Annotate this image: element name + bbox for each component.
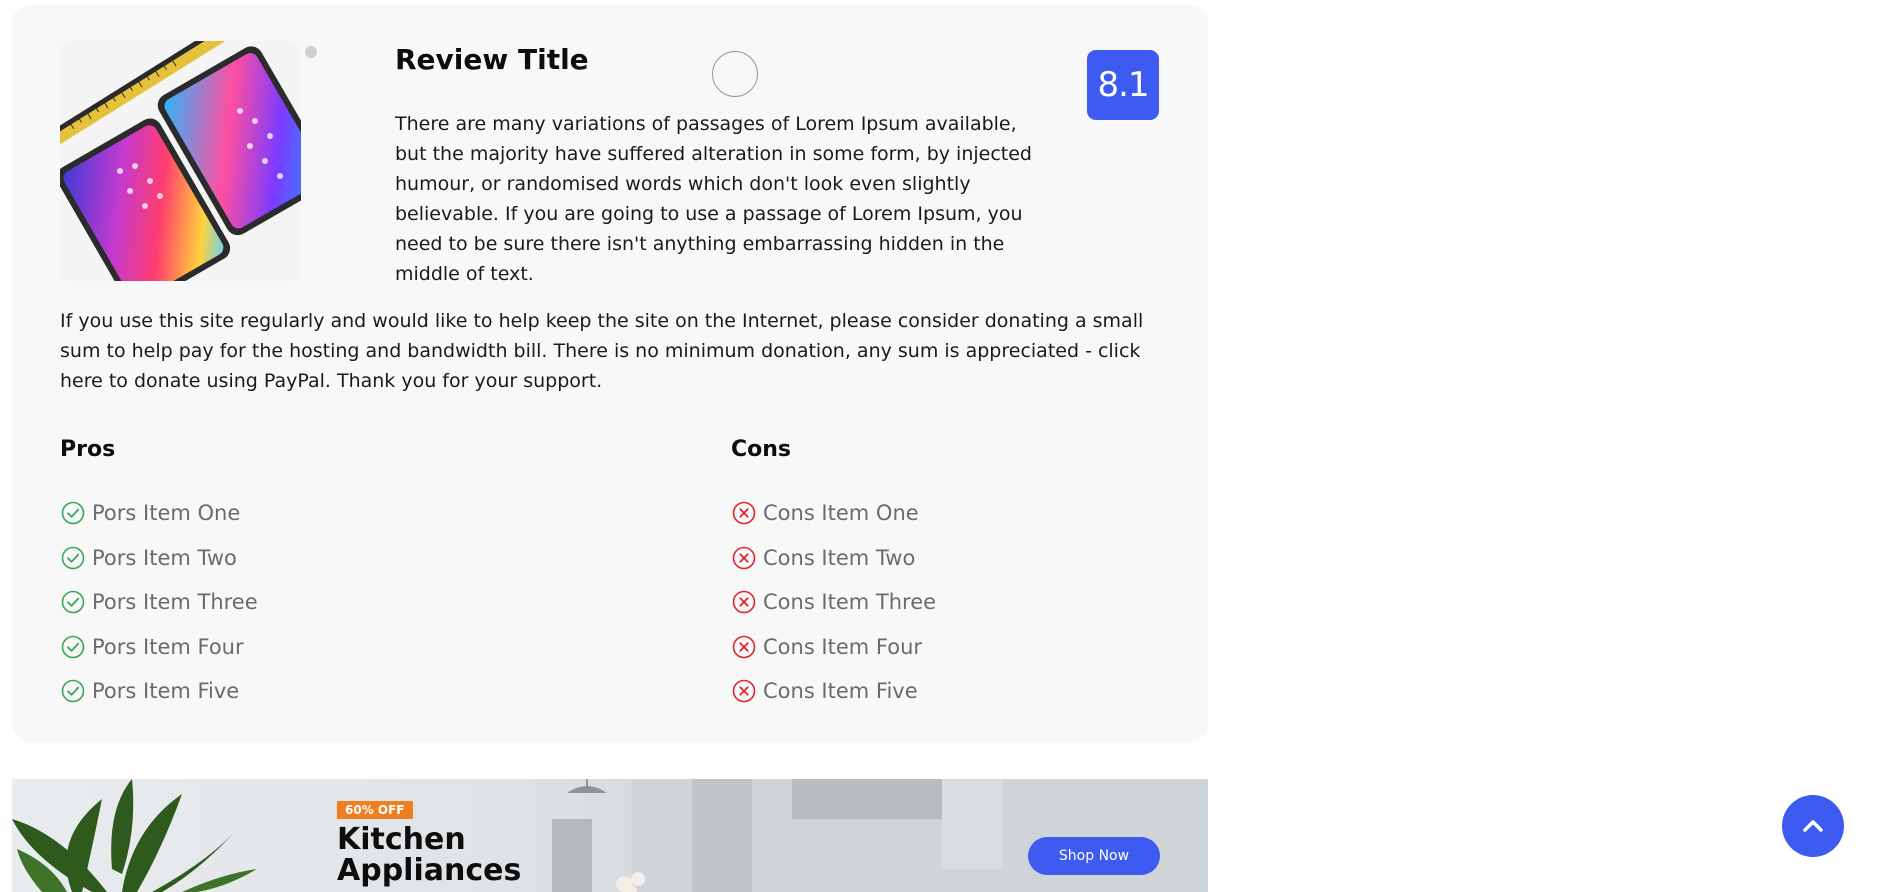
page: Review Title 8.1 There are many variatio…: [0, 0, 1878, 892]
cons-list-item: Cons Item Three: [731, 580, 936, 625]
pros-list-item: Pors Item Five: [60, 669, 258, 714]
cons-item-label: Cons Item Four: [763, 634, 923, 659]
review-title: Review Title: [395, 43, 589, 76]
pros-list-item: Pors Item Four: [60, 625, 258, 670]
discount-badge: 60% OFF: [337, 801, 413, 819]
pros-list-item: Pors Item Three: [60, 580, 258, 625]
review-card: Review Title 8.1 There are many variatio…: [12, 5, 1208, 742]
support-text: If you use this site regularly and would…: [60, 310, 1144, 392]
x-circle-icon: [731, 545, 757, 571]
banner-title-line-2: Appliances: [337, 853, 522, 888]
pros-list-item: Pors Item Two: [60, 536, 258, 581]
x-circle-icon: [731, 634, 757, 660]
pros-item-label: Pors Item Four: [92, 634, 244, 659]
banner-title: Kitchen Appliances: [337, 824, 521, 886]
chevron-up-icon: [1798, 811, 1828, 841]
banner-background-image: [12, 779, 1208, 892]
check-circle-icon: [60, 589, 86, 615]
pros-item-label: Pors Item Three: [92, 590, 258, 615]
pros-list-item: Pors Item One: [60, 491, 258, 536]
check-circle-icon: [60, 545, 86, 571]
cons-list-item: Cons Item Two: [731, 536, 936, 581]
pros-item-label: Pors Item Two: [92, 545, 237, 570]
x-circle-icon: [731, 500, 757, 526]
pros-item-label: Pors Item Five: [92, 679, 240, 704]
x-circle-icon: [731, 678, 757, 704]
product-image: [60, 41, 301, 281]
cons-list: Cons Item One Cons Item Two Cons Item Th…: [731, 491, 936, 714]
cons-item-label: Cons Item Five: [763, 679, 918, 704]
cons-list-item: Cons Item Four: [731, 625, 936, 670]
cons-item-label: Cons Item One: [763, 501, 919, 526]
pros-list: Pors Item One Pors Item Two Pors Item Th…: [60, 491, 258, 714]
promo-banner[interactable]: 60% OFF Kitchen Appliances Shop Now: [12, 779, 1208, 892]
cons-heading: Cons: [731, 437, 792, 462]
x-circle-icon: [731, 589, 757, 615]
image-indicator-dot[interactable]: [305, 46, 317, 58]
check-circle-icon: [60, 500, 86, 526]
check-circle-icon: [60, 634, 86, 660]
cons-list-item: Cons Item One: [731, 491, 936, 536]
pros-item-label: Pors Item One: [92, 501, 241, 526]
shop-now-button[interactable]: Shop Now: [1028, 837, 1160, 875]
review-description: There are many variations of passages of…: [395, 113, 1032, 285]
score-badge: 8.1: [1087, 50, 1159, 120]
cons-item-label: Cons Item Two: [763, 545, 916, 570]
cons-list-item: Cons Item Five: [731, 669, 936, 714]
banner-title-line-1: Kitchen: [337, 822, 466, 857]
check-circle-icon: [60, 678, 86, 704]
scroll-to-top-button[interactable]: [1782, 795, 1844, 857]
pros-heading: Pros: [60, 437, 116, 462]
cons-item-label: Cons Item Three: [763, 590, 937, 615]
circle-button[interactable]: [712, 51, 758, 97]
